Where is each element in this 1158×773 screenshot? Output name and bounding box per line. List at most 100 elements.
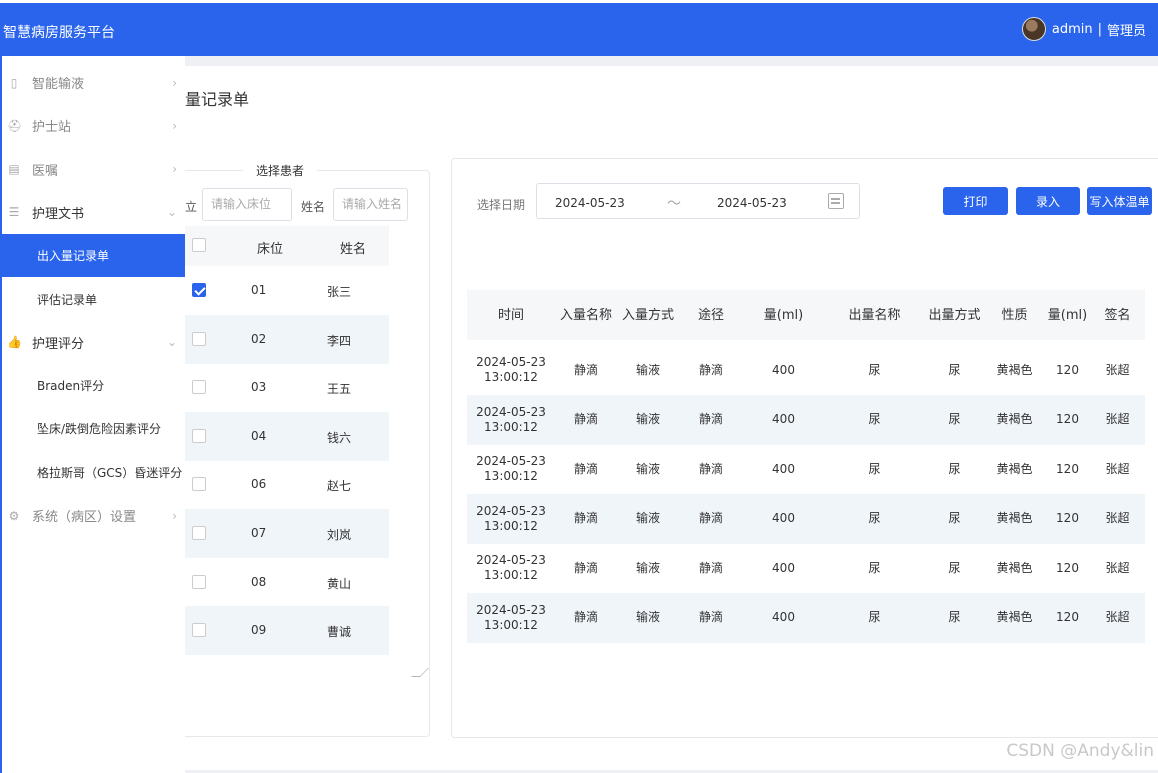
sidebar-subitem[interactable]: 格拉斯哥（GCS）昏迷评分 [2, 451, 187, 494]
date-end[interactable]: 2024-05-23 [717, 196, 787, 210]
patient-checkbox[interactable] [192, 574, 206, 589]
records-cell: 静滴 [698, 461, 723, 476]
patient-row[interactable]: 01 张三 [185, 266, 389, 315]
sidebar-item-label: 出入量记录单 [37, 249, 110, 264]
patient-checkbox[interactable] [192, 331, 206, 346]
patient-row[interactable]: 03 王五 [185, 363, 389, 412]
records-column-header: 入量方式 [621, 307, 674, 323]
sidebar-item-label: 坠床/跌倒危险因素评分 [37, 422, 162, 437]
sidebar-item[interactable]: ▤ › 医嘱 [2, 148, 187, 191]
records-cell: 张超 [1105, 362, 1130, 377]
records-cell: 张超 [1105, 610, 1130, 624]
print-button[interactable]: 打印 [943, 187, 1008, 215]
records-cell: 120 [1056, 511, 1079, 525]
name-filter-label: 姓名 [301, 200, 326, 214]
user-role[interactable]: 管理员 [1107, 20, 1146, 39]
patient-checkbox[interactable] [192, 428, 206, 443]
records-cell: 120 [1056, 362, 1079, 377]
patient-checkbox[interactable] [192, 623, 206, 638]
records-row[interactable]: 2024-05-23 13:00:12 静滴 输液 静滴 400 尿 尿 黄褐色 120 张超 [467, 493, 1145, 544]
patient-bed: 03 [251, 380, 267, 395]
records-cell: 黄褐色 [996, 610, 1033, 624]
patient-row[interactable]: 08 黄山 [185, 558, 389, 607]
page-title: 量记录单 [185, 90, 250, 109]
records-cell: 静滴 [698, 560, 723, 575]
patient-bed: 04 [251, 428, 267, 443]
bed-filter-label: 立 [185, 200, 198, 214]
write-temperature-button[interactable]: 写入体温单 [1087, 187, 1152, 215]
patient-checkbox[interactable] [192, 380, 206, 395]
records-cell: 400 [772, 610, 795, 624]
patient-checkbox[interactable] [192, 283, 206, 297]
patient-bed: 01 [251, 283, 267, 297]
patient-name: 张三 [327, 285, 352, 299]
sidebar-item[interactable]: ⛑ › 护士站 [2, 104, 187, 147]
records-column-header: 出量名称 [848, 307, 901, 323]
date-filter-label: 选择日期 [477, 198, 526, 212]
mobile-icon: ▯ [10, 75, 18, 90]
records-cell: 400 [772, 560, 795, 575]
patient-bed: 07 [251, 526, 267, 540]
records-cell: 静滴 [698, 610, 723, 624]
thumbs-up-icon: 👍 [7, 335, 22, 350]
sidebar-item-label: 格拉斯哥（GCS）昏迷评分 [37, 465, 183, 480]
patient-row[interactable]: 04 钱六 [185, 411, 389, 461]
records-column-header: 出量方式 [928, 307, 981, 323]
records-cell: 120 [1056, 461, 1079, 476]
select-all-checkbox[interactable] [192, 238, 206, 252]
records-column-header: 量(ml) [763, 307, 804, 323]
records-row[interactable]: 2024-05-23 13:00:12 静滴 输液 静滴 400 尿 尿 黄褐色 120 张超 [467, 345, 1145, 395]
records-cell: 尿 [868, 461, 881, 476]
sidebar-subitem[interactable]: 评估记录单 [2, 278, 187, 321]
patient-checkbox[interactable] [192, 477, 206, 492]
records-cell: 尿 [868, 412, 881, 426]
sidebar-item-label: 评估记录单 [37, 292, 98, 307]
patient-table-header: 床位 姓名 [185, 226, 389, 266]
name-filter-input[interactable]: 请输入姓名 [333, 188, 408, 221]
sidebar-subitem[interactable]: 坠床/跌倒危险因素评分 [2, 407, 187, 450]
records-row[interactable]: 2024-05-23 13:00:12 静滴 输液 静滴 400 尿 尿 黄褐色 120 张超 [467, 394, 1145, 445]
patient-row[interactable]: 02 李四 [185, 314, 389, 364]
records-cell: 120 [1056, 412, 1079, 426]
enter-button[interactable]: 录入 [1016, 187, 1080, 215]
sidebar-subitem[interactable]: 出入量记录单 [2, 234, 187, 278]
avatar[interactable] [1021, 17, 1046, 41]
records-row[interactable]: 2024-05-23 13:00:12 静滴 输液 静滴 400 尿 尿 黄褐色 120 张超 [467, 444, 1145, 494]
bed-filter-input[interactable]: 请输入床位 [202, 188, 292, 221]
records-cell: 黄褐色 [996, 560, 1033, 575]
records-cell: 120 [1056, 560, 1079, 575]
records-cell: 400 [772, 362, 795, 377]
sidebar-item[interactable]: ☰ ⌄ 护理文书 [2, 191, 187, 234]
patient-row[interactable]: 06 赵七 [185, 460, 389, 509]
patient-name: 曹诚 [327, 625, 352, 640]
records-cell: 120 [1056, 610, 1079, 624]
sidebar-item-label: Braden评分 [37, 379, 105, 394]
patient-row[interactable]: 07 刘岚 [185, 509, 389, 558]
column-header-name: 姓名 [340, 242, 367, 257]
sidebar-subitem[interactable]: Braden评分 [2, 364, 187, 407]
patient-name: 李四 [327, 333, 352, 348]
nurse-icon: ⛑ [7, 118, 23, 133]
sidebar-item[interactable]: ⚙ › 系统（病区）设置 [2, 494, 187, 537]
sidebar-item[interactable]: ▯ › 智能输液 [2, 61, 187, 104]
patient-name: 刘岚 [327, 528, 352, 542]
records-cell: 尿 [948, 610, 961, 624]
patient-checkbox[interactable] [192, 526, 206, 540]
records-column-header: 途径 [697, 307, 724, 323]
calendar-icon[interactable] [828, 193, 844, 209]
records-cell: 黄褐色 [996, 511, 1033, 525]
username[interactable]: admin [1052, 22, 1093, 37]
patient-row[interactable]: 09 曹诚 [185, 606, 389, 656]
records-row[interactable]: 2024-05-23 13:00:12 静滴 输液 静滴 400 尿 尿 黄褐色 120 张超 [467, 543, 1145, 593]
chevron-right-icon: › [172, 118, 177, 133]
gear-icon: ⚙ [8, 508, 20, 523]
sidebar-item-label: 护士站 [32, 120, 72, 136]
sidebar-item-label: 系统（病区）设置 [32, 510, 137, 525]
sidebar-item[interactable]: 👍 ⌄ 护理评分 [2, 321, 187, 364]
date-range-picker[interactable]: 2024-05-23 ～ 2024-05-23 [536, 183, 860, 219]
records-cell: 静滴 [573, 362, 598, 377]
records-row[interactable]: 2024-05-23 13:00:12 静滴 输液 静滴 400 尿 尿 黄褐色 120 张超 [467, 592, 1145, 643]
sidebar: ▯ › 智能输液 ⛑ › 护士站 ▤ › 医嘱 ☰ ⌄ 护理文书出入量记录单 评估记录单 👍 ⌄ 护理评分 Br… [0, 56, 187, 773]
user-menu[interactable]: admin | 管理员 [1021, 17, 1146, 41]
date-start[interactable]: 2024-05-23 [555, 196, 625, 210]
